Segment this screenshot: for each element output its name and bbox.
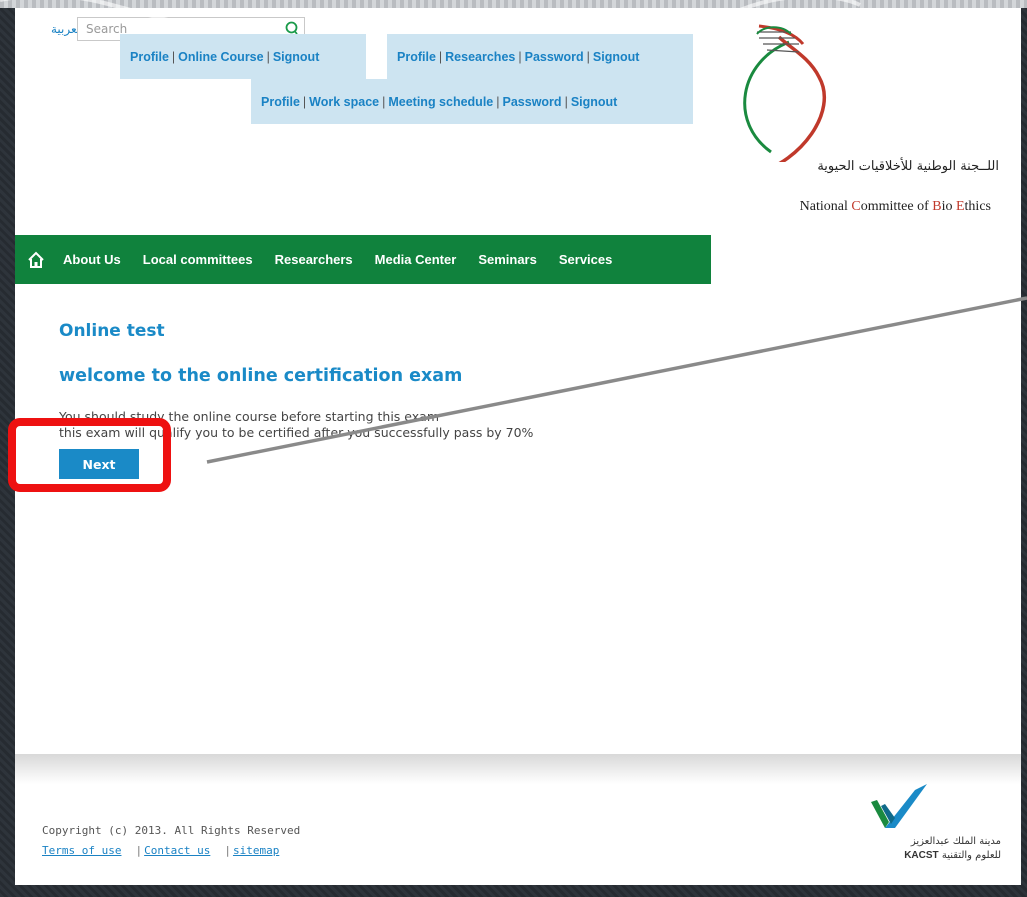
page-container: العربية Profile | Online Course | Signou… (15, 8, 1021, 885)
separator: | (496, 94, 500, 109)
top-strip (0, 0, 1027, 8)
nav-seminars[interactable]: Seminars (478, 252, 537, 267)
kacst-check-icon (871, 784, 927, 828)
copyright-text: Copyright (c) 2013. All Rights Reserved (42, 824, 301, 837)
separator: | (382, 94, 386, 109)
separator: | (135, 844, 143, 857)
exam-instructions-line1: You should study the online course befor… (59, 409, 439, 424)
separator: | (224, 844, 231, 857)
separator: | (518, 49, 522, 64)
meeting-schedule-link[interactable]: Meeting schedule (388, 95, 493, 109)
profile-link[interactable]: Profile (397, 50, 436, 64)
user-menu-course: Profile | Online Course | Signout (120, 34, 366, 79)
nav-about-us[interactable]: About Us (63, 252, 121, 267)
kacst-arabic-line1: مدينة الملك عبدالعزيز (910, 836, 1001, 847)
kacst-logo[interactable]: مدينة الملك عبدالعزيز KACST للعلوم والتق… (871, 784, 1001, 874)
home-icon[interactable] (27, 251, 45, 269)
password-link[interactable]: Password (525, 50, 584, 64)
separator: | (302, 94, 307, 109)
footer-links: Terms of use | Contact us | sitemap (42, 844, 279, 857)
next-button[interactable]: Next (59, 449, 139, 479)
exam-instructions-line2: this exam will qualify you to be certifi… (59, 425, 534, 440)
profile-link[interactable]: Profile (130, 50, 169, 64)
exam-welcome-heading: welcome to the online certification exam (59, 366, 463, 386)
nav-local-committees[interactable]: Local committees (143, 252, 253, 267)
work-space-link[interactable]: Work space (309, 95, 379, 109)
signout-link[interactable]: Signout (593, 50, 640, 64)
main-navigation: About Us Local committees Researchers Me… (15, 235, 711, 284)
kacst-arabic-line2: KACST للعلوم والتقنية (904, 850, 1001, 861)
terms-of-use-link[interactable]: Terms of use (42, 844, 121, 857)
nav-researchers[interactable]: Researchers (275, 252, 353, 267)
online-course-link[interactable]: Online Course (178, 50, 263, 64)
researches-link[interactable]: Researches (445, 50, 515, 64)
user-menu-committee: Profile | Work space | Meeting schedule … (251, 79, 693, 124)
separator: | (171, 49, 176, 64)
page-title: Online test (59, 321, 165, 341)
nav-services[interactable]: Services (559, 252, 613, 267)
separator: | (438, 49, 443, 64)
separator: | (564, 94, 568, 109)
logo-english-name: National Committee of Bio Ethics (799, 199, 991, 214)
signout-link[interactable]: Signout (571, 95, 618, 109)
password-link[interactable]: Password (503, 95, 562, 109)
profile-link[interactable]: Profile (261, 95, 300, 109)
dna-helix-icon (743, 24, 826, 162)
contact-us-link[interactable]: Contact us (144, 844, 210, 857)
footer-divider (15, 754, 1021, 784)
signout-link[interactable]: Signout (273, 50, 320, 64)
sitemap-link[interactable]: sitemap (233, 844, 279, 857)
separator: | (586, 49, 590, 64)
user-menu-researcher: Profile | Researches | Password | Signou… (387, 34, 693, 79)
logo-arabic-name: اللــجنة الوطنية للأخلاقيات الحيوية (817, 159, 999, 174)
nav-media-center[interactable]: Media Center (375, 252, 457, 267)
separator: | (266, 49, 270, 64)
committee-logo[interactable]: اللــجنة الوطنية للأخلاقيات الحيوية Nati… (729, 22, 1019, 214)
